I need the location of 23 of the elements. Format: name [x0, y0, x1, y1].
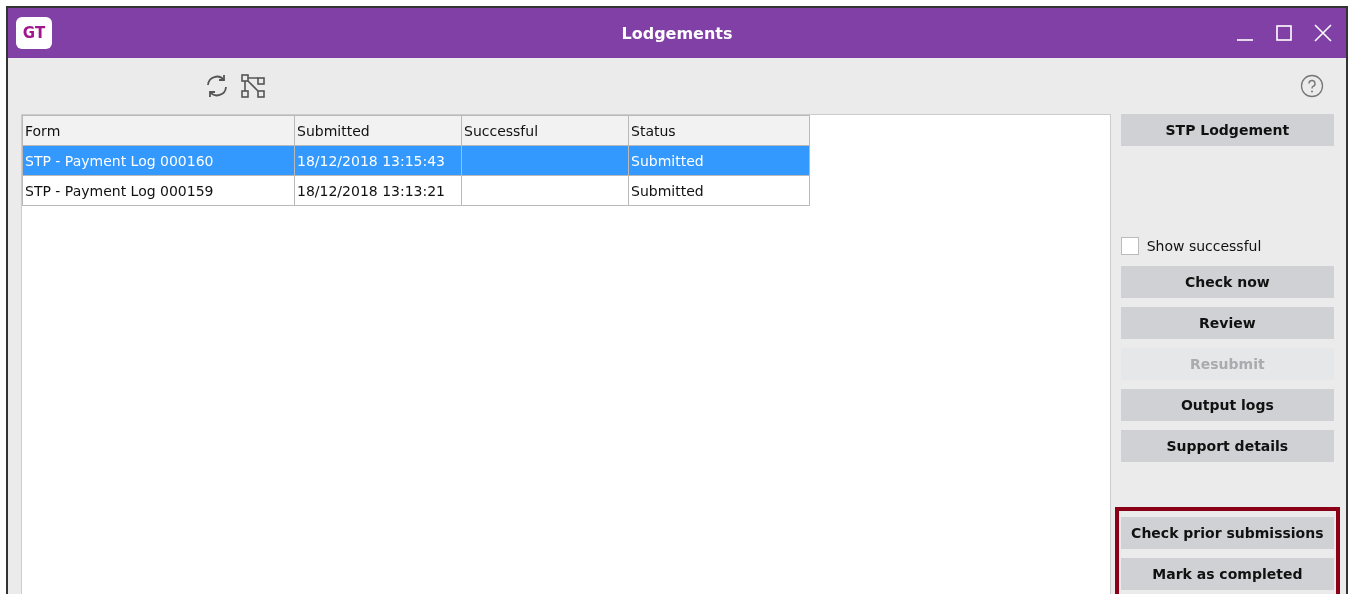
table-cell[interactable]: Submitted: [628, 175, 810, 206]
action-button[interactable]: Output logs: [1120, 389, 1334, 421]
table-cell[interactable]: STP - Payment Log 000159: [22, 175, 295, 206]
column-header[interactable]: Form: [22, 115, 295, 146]
column-header[interactable]: Submitted: [294, 115, 462, 146]
app-logo: GT: [16, 17, 52, 49]
column-header[interactable]: Status: [628, 115, 810, 146]
checkbox-label[interactable]: Show successful: [1146, 238, 1262, 254]
action-button[interactable]: Check prior submissions: [1120, 517, 1334, 549]
action-button[interactable]: Review: [1120, 307, 1334, 339]
close-icon[interactable]: [1314, 24, 1332, 42]
maximize-icon[interactable]: [1276, 25, 1292, 41]
help-icon[interactable]: [1300, 74, 1324, 98]
table-cell[interactable]: 18/12/2018 13:13:21: [294, 175, 462, 206]
refresh-icon[interactable]: [204, 73, 230, 99]
network-icon[interactable]: [240, 73, 266, 99]
action-button[interactable]: Check now: [1120, 266, 1334, 298]
action-button[interactable]: Support details: [1120, 430, 1334, 462]
window-title: Lodgements: [621, 23, 733, 43]
action-button[interactable]: Mark as completed: [1120, 558, 1334, 590]
action-button[interactable]: STP Lodgement: [1120, 114, 1334, 146]
checkbox[interactable]: [1120, 237, 1139, 255]
column-header[interactable]: Successful: [461, 115, 629, 146]
